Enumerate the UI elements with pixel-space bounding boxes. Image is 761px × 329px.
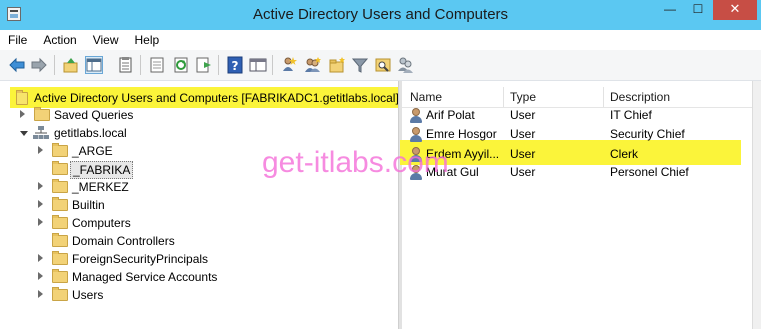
expand-icon[interactable] xyxy=(38,290,43,298)
ou-folder-icon xyxy=(52,143,68,157)
column-type[interactable]: Type xyxy=(510,87,536,107)
list-body: Arif Polat User IT Chief Emre Hosgor Use… xyxy=(402,106,752,206)
tree-item-domain-controllers[interactable]: Domain Controllers xyxy=(38,232,288,250)
tree-item-arge[interactable]: _ARGE xyxy=(38,142,238,160)
cell-description: Clerk xyxy=(610,147,639,161)
expand-icon[interactable] xyxy=(38,218,43,226)
maximize-button[interactable]: ☐ xyxy=(685,0,711,20)
filter-icon[interactable] xyxy=(351,56,369,74)
tree-item-merkez[interactable]: _MERKEZ xyxy=(38,178,238,196)
expand-icon[interactable] xyxy=(38,200,43,208)
show-hide-console-tree-icon[interactable] xyxy=(85,56,103,74)
close-button[interactable]: ✕ xyxy=(713,0,757,20)
cell-type: User xyxy=(510,108,536,122)
table-row[interactable]: Emre Hosgor User Security Chief xyxy=(402,125,752,144)
title-bar: Active Directory Users and Computers — ☐… xyxy=(0,0,761,30)
expand-icon[interactable] xyxy=(20,110,25,118)
window-title: Active Directory Users and Computers xyxy=(252,6,509,23)
aduc-root-icon xyxy=(16,90,28,105)
cell-description: Personel Chief xyxy=(610,165,689,179)
tree-item-managed-service-accounts[interactable]: Managed Service Accounts xyxy=(38,268,288,286)
expand-icon[interactable] xyxy=(38,254,43,262)
svg-text:?: ? xyxy=(232,59,239,73)
cell-type: User xyxy=(510,165,536,179)
user-icon xyxy=(409,127,423,143)
cell-type: User xyxy=(510,147,536,161)
menu-help[interactable]: Help xyxy=(127,30,168,50)
tree-item-label: Saved Queries xyxy=(54,108,134,122)
tree-root-label: Active Directory Users and Computers [FA… xyxy=(34,91,398,105)
minimize-button[interactable]: — xyxy=(657,0,683,20)
toolbar: ? xyxy=(0,50,761,81)
tree-item-domain[interactable]: getitlabs.local xyxy=(20,124,220,142)
menu-bar: File Action View Help xyxy=(0,30,761,50)
folder-icon xyxy=(34,107,50,121)
tree-item-label: Users xyxy=(72,288,104,302)
expand-icon[interactable] xyxy=(38,146,43,154)
collapse-icon[interactable] xyxy=(20,131,28,136)
tree-item-computers[interactable]: Computers xyxy=(38,214,238,232)
console-tree: Active Directory Users and Computers [FA… xyxy=(0,81,398,329)
console-tree-icon[interactable] xyxy=(249,56,267,74)
tree-item-label: getitlabs.local xyxy=(54,126,127,140)
menu-action[interactable]: Action xyxy=(35,30,84,50)
cell-name: Emre Hosgor xyxy=(426,127,497,141)
folder-icon xyxy=(52,269,68,283)
menu-file[interactable]: File xyxy=(0,30,35,50)
tree-item-label: Builtin xyxy=(72,198,105,212)
folder-icon xyxy=(52,287,68,301)
properties-icon[interactable] xyxy=(117,56,135,74)
tree-item-builtin[interactable]: Builtin xyxy=(38,196,238,214)
tree-item-foreign-security-principals[interactable]: ForeignSecurityPrincipals xyxy=(38,250,288,268)
tree-item-users[interactable]: Users xyxy=(38,286,288,304)
tree-item-label: _MERKEZ xyxy=(72,180,129,194)
tree-item-label: Managed Service Accounts xyxy=(72,270,218,284)
folder-icon xyxy=(52,215,68,229)
cell-name: Arif Polat xyxy=(426,108,475,122)
folder-icon xyxy=(52,251,68,265)
new-ou-icon[interactable] xyxy=(328,56,346,74)
add-to-group-icon[interactable] xyxy=(397,56,415,74)
ou-folder-icon xyxy=(52,179,68,193)
tree-item-label: _ARGE xyxy=(72,144,113,158)
table-row[interactable]: Arif Polat User IT Chief xyxy=(402,106,752,125)
cell-type: User xyxy=(510,127,536,141)
expand-icon[interactable] xyxy=(38,182,43,190)
refresh-icon[interactable] xyxy=(172,56,190,74)
expand-icon[interactable] xyxy=(38,272,43,280)
folder-icon xyxy=(52,197,68,211)
user-icon xyxy=(409,108,423,124)
cell-description: Security Chief xyxy=(610,127,685,141)
menu-view[interactable]: View xyxy=(85,30,127,50)
table-row[interactable]: Murat Gul User Personel Chief xyxy=(402,163,752,182)
tree-item-label: ForeignSecurityPrincipals xyxy=(72,252,209,266)
tree-item-label: Computers xyxy=(72,216,131,230)
forward-icon[interactable] xyxy=(30,56,48,74)
domain-icon xyxy=(33,126,49,140)
ou-folder-icon xyxy=(52,233,68,247)
up-level-icon[interactable] xyxy=(62,56,80,74)
ou-folder-icon xyxy=(52,161,68,175)
back-icon[interactable] xyxy=(8,56,26,74)
tree-item-label: Domain Controllers xyxy=(72,234,175,248)
cell-description: IT Chief xyxy=(610,108,652,122)
table-row[interactable]: Erdem Ayyil... User Clerk xyxy=(402,145,752,164)
tree-item-label-selected: _FABRIKA xyxy=(70,161,134,179)
tree-item-saved-queries[interactable]: Saved Queries xyxy=(20,106,220,124)
find-icon[interactable] xyxy=(374,56,392,74)
column-description[interactable]: Description xyxy=(610,87,670,107)
watermark: get-itlabs.com xyxy=(262,146,449,179)
column-header: Name Type Description xyxy=(402,87,752,108)
tree-item-fabrika[interactable]: _FABRIKA xyxy=(38,160,238,179)
new-group-icon[interactable] xyxy=(304,56,322,74)
help-icon[interactable]: ? xyxy=(226,56,244,74)
column-name[interactable]: Name xyxy=(410,87,442,107)
new-user-icon[interactable] xyxy=(280,56,298,74)
export-icon[interactable] xyxy=(195,56,213,74)
export-list-icon[interactable] xyxy=(148,56,166,74)
vertical-scrollbar[interactable] xyxy=(752,81,761,329)
